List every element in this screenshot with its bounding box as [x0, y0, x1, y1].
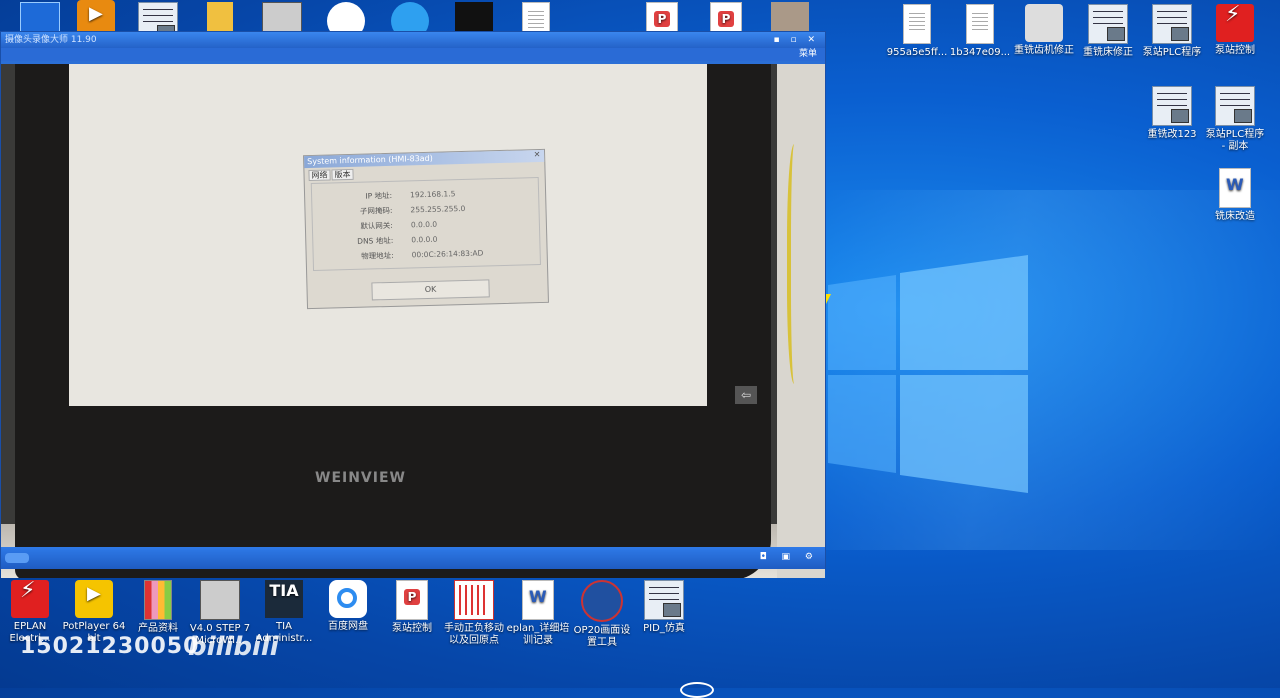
- document-icon: [966, 4, 994, 44]
- desktop-icon-op20-tool[interactable]: OP20画面设置工具: [570, 580, 634, 649]
- menu-button[interactable]: 菜单: [1, 48, 825, 61]
- baidu-netdisk-icon: [329, 580, 367, 618]
- ladder-logic-icon: [1088, 4, 1128, 44]
- plc-program-icon: [454, 580, 494, 620]
- desktop-icon-pid-sim[interactable]: PID_仿真: [632, 580, 696, 635]
- ok-button: OK: [371, 279, 490, 301]
- desktop-icon-mill-fix[interactable]: 重铣床修正: [1076, 4, 1140, 59]
- close-icon: ✕: [533, 149, 541, 160]
- desktop-icon-mill-retrofit[interactable]: 铣床改造: [1203, 168, 1267, 223]
- background-wall-cable: [777, 64, 825, 578]
- desktop-icon-955a5e5ff[interactable]: 955a5e5ff...: [885, 4, 949, 59]
- document-icon: [903, 4, 931, 44]
- camera-recorder-window[interactable]: 摄像头录像大师 11.90 ▪ ▫ ✕ 菜单 System informatio…: [0, 31, 826, 578]
- network-info-panel: IP 地址: 192.168.1.5 子网掩码: 255.255.255.0 默认网…: [310, 177, 541, 271]
- window-title: 摄像头录像大师 11.90: [5, 35, 97, 45]
- globe-icon: [581, 580, 623, 622]
- desktop-icon-pump-control-pdf[interactable]: 泵站控制: [380, 580, 444, 635]
- progress-handle[interactable]: [5, 553, 29, 563]
- phone-watermark: 15021230050: [20, 634, 200, 659]
- desktop-icon-manual-move[interactable]: 手动正负移动以及回原点: [442, 580, 506, 647]
- ladder-logic-icon: [644, 580, 684, 620]
- hmi-bezel: System information (HMI-83ad) ✕ 网络 版本 IP …: [15, 64, 771, 578]
- camera-video-feed: System information (HMI-83ad) ✕ 网络 版本 IP …: [1, 64, 825, 578]
- window-controls[interactable]: ▪ ▫ ✕: [774, 32, 819, 48]
- step7-icon: [200, 580, 240, 620]
- taskbar-circle-icon: [680, 682, 714, 698]
- desktop-icon-pump-control[interactable]: 泵站控制: [1203, 4, 1267, 57]
- tab-network: 网络: [308, 169, 331, 182]
- desktop-icon-baidu-netdisk[interactable]: 百度网盘: [316, 580, 380, 633]
- desktop-icon-eplan-training[interactable]: eplan_详细培训记录: [506, 580, 570, 647]
- desktop-icon-product-docs[interactable]: 产品资料: [126, 580, 190, 635]
- tool-icon: [1025, 4, 1063, 42]
- window-titlebar[interactable]: 摄像头录像大师 11.90 ▪ ▫ ✕: [1, 32, 825, 48]
- word-icon: [522, 580, 554, 620]
- window-statusbar: ◘ ▣ ⚙: [1, 547, 825, 569]
- mouse-cursor-icon: [826, 294, 831, 304]
- tia-icon: TIA: [265, 580, 303, 618]
- eplan-icon: [11, 580, 49, 618]
- desktop-icon-pump-plc[interactable]: 泵站PLC程序: [1140, 4, 1204, 59]
- tab-version: 版本: [331, 168, 354, 181]
- hmi-screen: System information (HMI-83ad) ✕ 网络 版本 IP …: [69, 64, 757, 406]
- system-info-dialog: System information (HMI-83ad) ✕ 网络 版本 IP …: [303, 148, 549, 310]
- windows-logo-wallpaper: [828, 255, 1028, 493]
- ladder-logic-icon: [1152, 86, 1192, 126]
- statusbar-buttons[interactable]: ◘ ▣ ⚙: [760, 552, 819, 562]
- eplan-icon: [1216, 4, 1254, 42]
- desktop-icon-milling-fix[interactable]: 重铣齿机修正: [1012, 4, 1076, 57]
- word-icon: [1219, 168, 1251, 208]
- potplayer-icon: [75, 580, 113, 618]
- ladder-logic-icon: [1215, 86, 1255, 126]
- ladder-logic-icon: [1152, 4, 1192, 44]
- back-arrow-icon: ⇦: [735, 386, 757, 404]
- pdf-icon: [396, 580, 428, 620]
- desktop-icon-1b347e09[interactable]: 1b347e09...: [948, 4, 1012, 59]
- desktop-icon-pump-plc-copy[interactable]: 泵站PLC程序 - 副本: [1203, 86, 1267, 153]
- weinview-logo: WEINVIEW: [315, 470, 406, 486]
- books-icon: [144, 580, 172, 620]
- desktop-icon-mill-123[interactable]: 重铣改123: [1140, 86, 1204, 141]
- bilibili-watermark: bilibili: [188, 632, 279, 662]
